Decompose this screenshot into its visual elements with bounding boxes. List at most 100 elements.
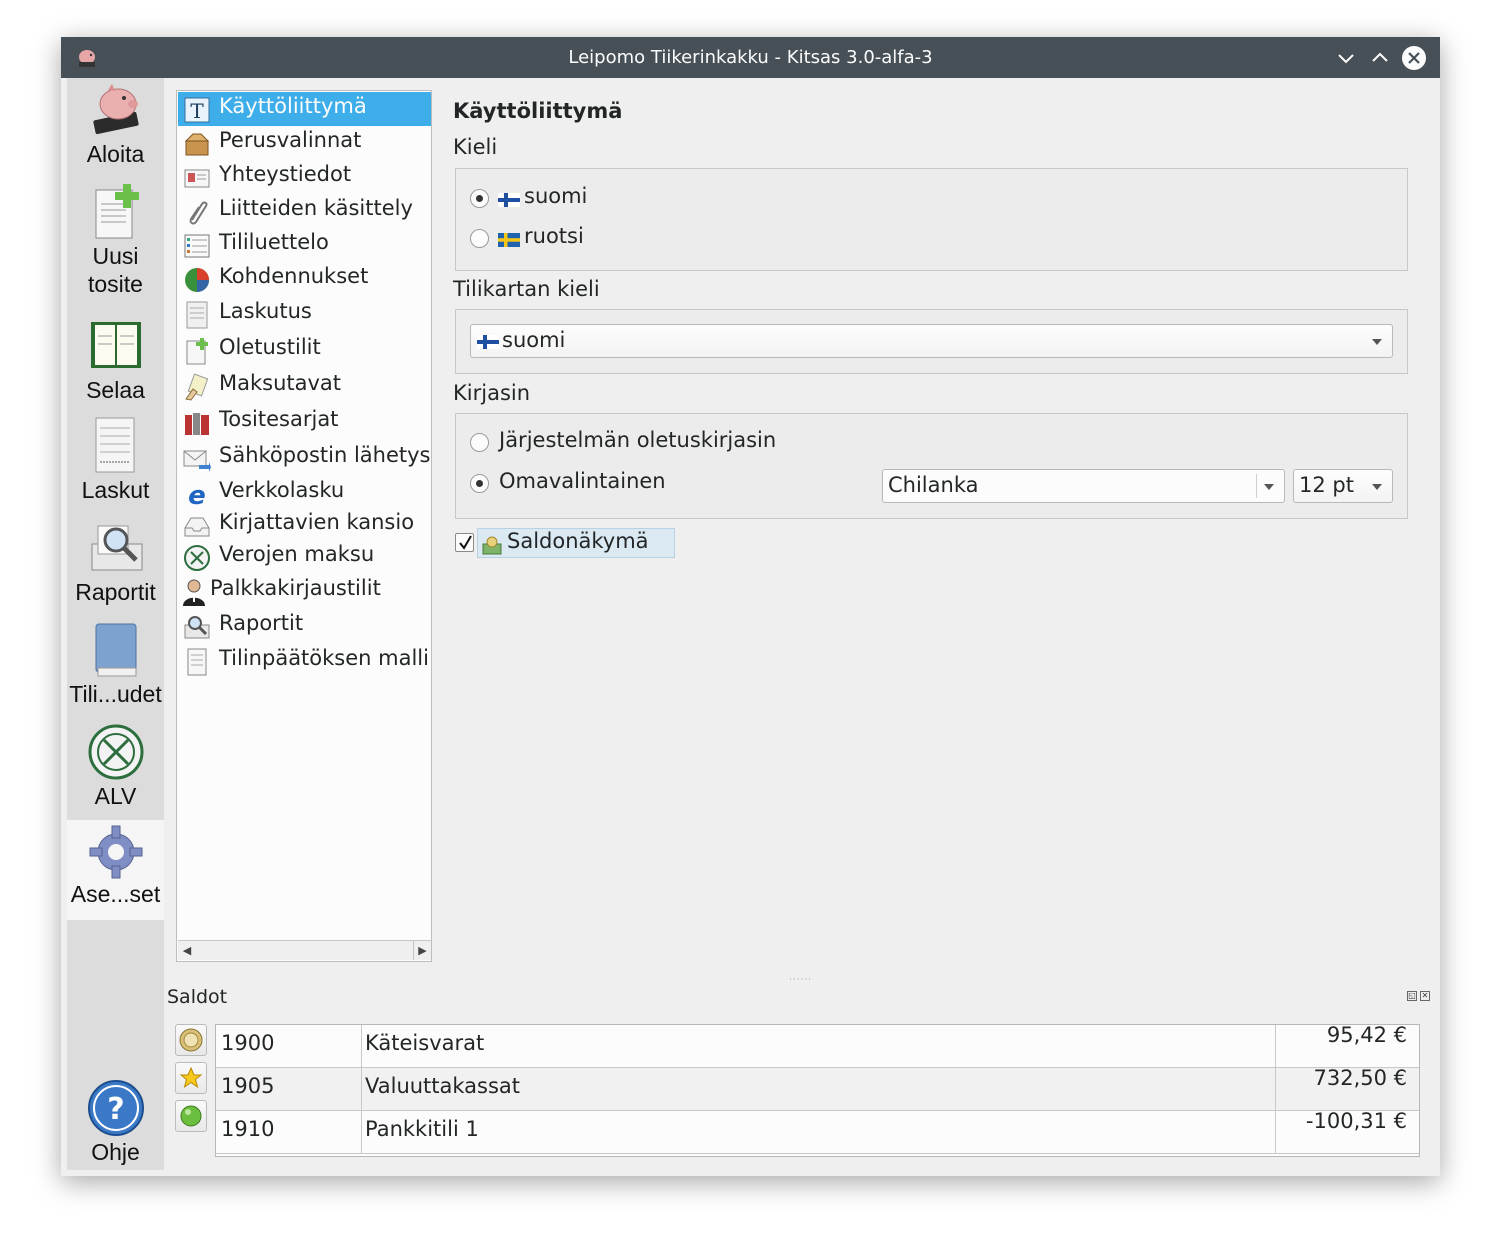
svg-text:T: T bbox=[190, 99, 204, 123]
account-number: 1900 bbox=[221, 1031, 275, 1055]
nav-item-verkkolasku[interactable]: e Verkkolasku bbox=[178, 476, 431, 510]
settings-nav-list[interactable]: T Käyttöliittymä Perusvalinnat Yhteystie… bbox=[176, 90, 432, 962]
toolbar-raportit[interactable]: Raportit bbox=[67, 518, 164, 614]
maximize-button[interactable] bbox=[1367, 45, 1393, 71]
toolbar-alv[interactable]: ALV bbox=[67, 722, 164, 818]
toolbar-label: Selaa bbox=[86, 377, 145, 403]
nav-label: Käyttöliittymä bbox=[219, 94, 367, 118]
nav-label: Verojen maksu bbox=[219, 542, 375, 566]
horizontal-scrollbar[interactable]: ◀ ▶ bbox=[178, 940, 431, 960]
radio-button[interactable] bbox=[470, 189, 489, 208]
close-button[interactable] bbox=[1401, 45, 1427, 71]
toolbar-laskut[interactable]: Laskut bbox=[67, 416, 164, 512]
language-option-label: suomi bbox=[524, 184, 588, 208]
table-row[interactable]: 1910 Pankkitili 1 -100,31 € bbox=[216, 1109, 1419, 1154]
nav-item-verojen-maksu[interactable]: Verojen maksu bbox=[178, 540, 431, 574]
nav-label: Palkkakirjaustilit bbox=[210, 576, 381, 600]
app-window: Leipomo Tiikerinkakku - Kitsas 3.0-alfa-… bbox=[61, 37, 1440, 1176]
nav-item-maksutavat[interactable]: Maksutavat bbox=[178, 369, 431, 403]
nav-item-laskutus[interactable]: Laskutus bbox=[178, 297, 431, 331]
nav-item-tositesarjat[interactable]: Tositesarjat bbox=[178, 405, 431, 439]
nav-label: Kirjattavien kansio bbox=[219, 510, 415, 534]
nav-label: Tililuettelo bbox=[219, 230, 329, 254]
tax-seal-icon bbox=[184, 545, 210, 571]
toolbar-label: Aloita bbox=[86, 141, 145, 167]
nav-item-oletustilit[interactable]: Oletustilit bbox=[178, 333, 431, 367]
table-row[interactable]: 1900 Käteisvarat 95,42 € bbox=[216, 1023, 1419, 1068]
nav-item-tililuettelo[interactable]: Tililuettelo bbox=[178, 228, 431, 262]
nav-item-kayttoliittyma[interactable]: T Käyttöliittymä bbox=[178, 92, 431, 126]
nav-item-liitteiden-kasittely[interactable]: Liitteiden käsittely bbox=[178, 194, 431, 228]
scroll-right-arrow-icon[interactable]: ▶ bbox=[413, 941, 431, 960]
nav-item-yhteystiedot[interactable]: Yhteystiedot bbox=[178, 160, 431, 194]
dock-float-button[interactable]: ◱ bbox=[1407, 991, 1417, 1001]
nav-item-raportit[interactable]: Raportit bbox=[178, 609, 431, 643]
saldo-row-icon-button[interactable] bbox=[175, 1100, 207, 1132]
piggy-bank-icon bbox=[92, 84, 139, 135]
balance-cell: -100,31 € bbox=[1276, 1109, 1419, 1154]
nav-label: Laskutus bbox=[219, 299, 312, 323]
chevron-up-icon bbox=[1372, 52, 1388, 62]
invoice-icon bbox=[186, 301, 208, 329]
chevron-down-icon bbox=[1372, 484, 1382, 490]
dock-title: Saldot bbox=[167, 986, 228, 1008]
saldo-row-icon-button[interactable] bbox=[175, 1024, 207, 1056]
toolbar-label: Raportit bbox=[75, 579, 156, 605]
font-size-value: 12 pt bbox=[1299, 473, 1354, 497]
balance-cell: 732,50 € bbox=[1276, 1066, 1419, 1111]
toolbar-ohje[interactable]: ? Ohje bbox=[67, 1078, 164, 1170]
star-icon bbox=[179, 1066, 203, 1089]
account-balance: -100,31 € bbox=[1305, 1109, 1407, 1133]
toolbar-tilikaudet[interactable]: Tili...udet bbox=[67, 620, 164, 716]
nav-label: Yhteystiedot bbox=[219, 162, 352, 186]
font-option-custom[interactable]: Omavalintainen bbox=[470, 467, 770, 497]
email-send-icon bbox=[183, 450, 211, 472]
language-option-ruotsi[interactable]: ruotsi bbox=[470, 222, 770, 252]
scroll-left-arrow-icon[interactable]: ◀ bbox=[178, 941, 196, 960]
font-family-value: Chilanka bbox=[888, 473, 979, 497]
language-heading: Kieli bbox=[453, 135, 498, 159]
table-row[interactable]: 1905 Valuuttakassat 732,50 € bbox=[216, 1066, 1419, 1111]
toolbar-aloita[interactable]: Aloita bbox=[67, 80, 164, 176]
e-invoice-icon: e bbox=[188, 481, 206, 508]
nav-item-kirjattavien-kansio[interactable]: Kirjattavien kansio bbox=[178, 508, 431, 542]
splitter-handle[interactable]: ······ bbox=[789, 975, 812, 985]
nav-item-sahkopostin-lahetys[interactable]: Sähköpostin lähetys bbox=[178, 441, 431, 475]
saldo-view-toggle[interactable]: Saldonäkymä bbox=[477, 528, 675, 558]
nav-label: Verkkolasku bbox=[219, 478, 345, 502]
nav-item-palkkakirjaustilit[interactable]: Palkkakirjaustilit bbox=[178, 574, 431, 608]
new-document-icon bbox=[95, 184, 139, 239]
radio-button[interactable] bbox=[470, 229, 489, 248]
toolbar-selaa[interactable]: Selaa bbox=[67, 316, 164, 412]
svg-text:?: ? bbox=[107, 1092, 124, 1127]
dock-close-button[interactable]: ✕ bbox=[1420, 991, 1430, 1001]
font-size-select[interactable]: 12 pt bbox=[1293, 469, 1393, 503]
language-option-suomi[interactable]: suomi bbox=[470, 182, 770, 212]
inbox-tray-icon bbox=[184, 517, 210, 537]
radio-button[interactable] bbox=[470, 433, 489, 452]
chevron-down-icon bbox=[1264, 484, 1274, 490]
saldo-row-icon-button[interactable] bbox=[175, 1062, 207, 1094]
font-option-system[interactable]: Järjestelmän oletuskirjasin bbox=[470, 426, 850, 456]
toolbar-uusi-tosite[interactable]: Uusi tosite bbox=[67, 182, 164, 310]
account-list-icon bbox=[184, 234, 210, 258]
nav-item-kohdennukset[interactable]: Kohdennukset bbox=[178, 262, 431, 296]
toolbar-asetukset[interactable]: Ase...set bbox=[67, 820, 164, 920]
saldo-view-checkbox[interactable] bbox=[455, 533, 474, 552]
close-icon bbox=[1402, 46, 1426, 70]
radio-button[interactable] bbox=[470, 474, 489, 493]
nav-label: Perusvalinnat bbox=[219, 128, 362, 152]
document-icon bbox=[187, 648, 207, 676]
payment-card-icon bbox=[185, 373, 209, 401]
nav-item-perusvalinnat[interactable]: Perusvalinnat bbox=[178, 126, 431, 160]
nav-item-tilinpaatoksen-malli[interactable]: Tilinpäätöksen malli bbox=[178, 644, 431, 678]
contact-card-icon bbox=[184, 169, 210, 188]
chevron-down-icon bbox=[1372, 339, 1382, 345]
toolbar-label: Ohje bbox=[91, 1139, 140, 1165]
language-group: suomi ruotsi bbox=[455, 168, 1408, 271]
minimize-button[interactable] bbox=[1333, 45, 1359, 71]
chart-language-select[interactable]: suomi bbox=[470, 324, 1393, 358]
money-stack-icon bbox=[482, 536, 502, 555]
font-family-select[interactable]: Chilanka bbox=[882, 469, 1285, 503]
title-bar[interactable]: Leipomo Tiikerinkakku - Kitsas 3.0-alfa-… bbox=[61, 37, 1440, 78]
